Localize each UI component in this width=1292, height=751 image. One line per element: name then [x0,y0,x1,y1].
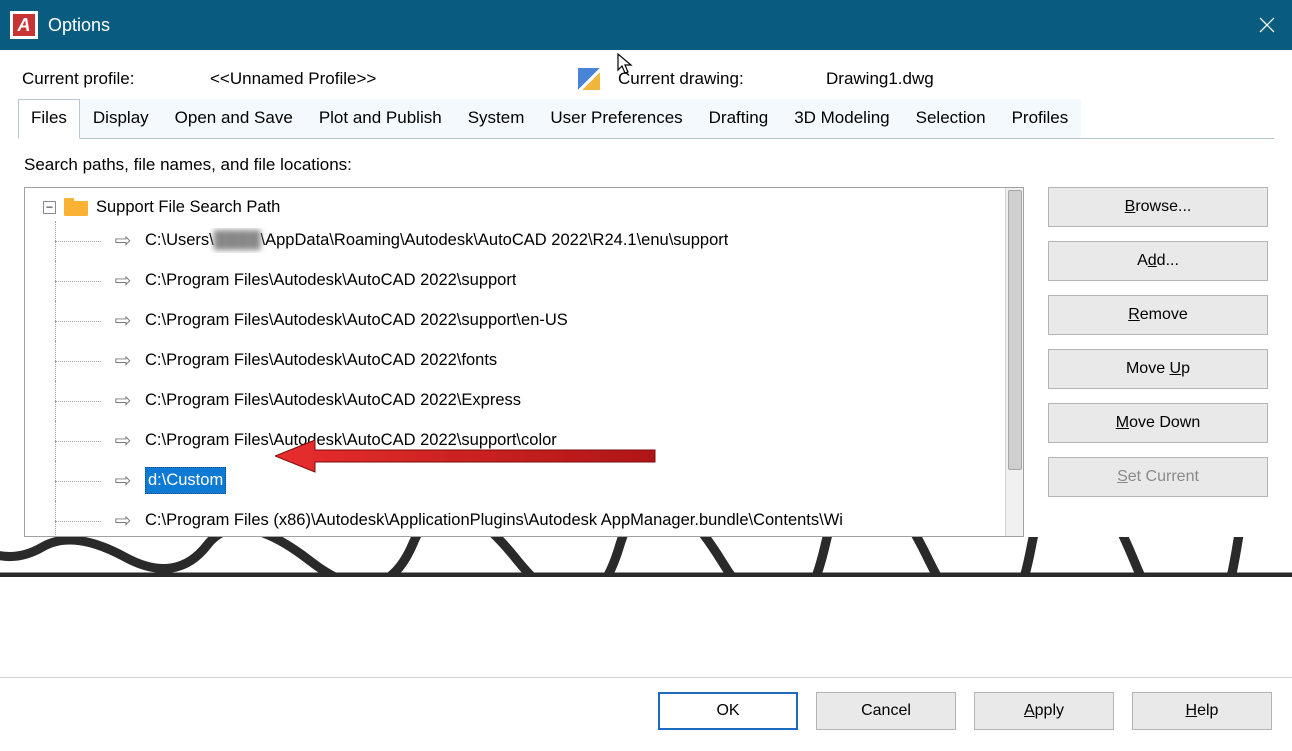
tree-item[interactable]: ⇨ C:\Program Files\Autodesk\AutoCAD 2022… [111,301,1021,341]
tab-plot-and-publish[interactable]: Plot and Publish [306,99,455,138]
tree-item[interactable]: ⇨ C:\Program Files\Autodesk\AutoCAD 2022… [111,381,1021,421]
current-profile-value: <<Unnamed Profile>> [210,69,570,89]
tree-root-label: Support File Search Path [96,195,280,220]
arrow-right-icon: ⇨ [111,226,135,256]
app-badge: A [10,11,38,39]
tab-files[interactable]: Files [18,99,80,139]
tree-item[interactable]: ⇨ C:\Program Files\Autodesk\AutoCAD 2022… [111,261,1021,301]
tab-profiles[interactable]: Profiles [999,99,1082,138]
tree-item[interactable]: ⇨ C:\Users\████\AppData\Roaming\Autodesk… [111,221,1021,261]
drawing-icon [578,68,600,90]
footer: OK Cancel Apply Help [0,677,1292,748]
tab-drafting[interactable]: Drafting [696,99,782,138]
tab-selection[interactable]: Selection [903,99,999,138]
section-label: Search paths, file names, and file locat… [24,155,1268,175]
move-up-button[interactable]: Move Up [1048,349,1268,389]
path-value: C:\Program Files\Autodesk\AutoCAD 2022\s… [145,428,557,453]
apply-button[interactable]: Apply [974,692,1114,730]
tree-item[interactable]: ⇨ C:\Program Files (x86)\Autodesk\Applic… [111,501,1021,537]
add-button[interactable]: Add... [1048,241,1268,281]
torn-edge-decoration [0,537,1292,577]
current-drawing-label: Current drawing: [618,69,818,89]
tab-open-and-save[interactable]: Open and Save [162,99,306,138]
titlebar: A Options [0,0,1292,50]
folder-icon [64,198,88,216]
redacted-user: ████ [214,231,261,249]
arrow-right-icon: ⇨ [111,306,135,336]
path-value: C:\Program Files (x86)\Autodesk\Applicat… [145,508,843,533]
path-prefix: C:\Users\ [145,231,214,249]
arrow-right-icon: ⇨ [111,386,135,416]
tree-item[interactable]: ⇨ C:\Program Files\Autodesk\AutoCAD 2022… [111,421,1021,461]
arrow-right-icon: ⇨ [111,466,135,496]
tab-display[interactable]: Display [80,99,162,138]
files-tab-content: Search paths, file names, and file locat… [0,139,1292,537]
window-title: Options [48,15,110,36]
side-buttons: Browse... Add... Remove Move Up Move Dow… [1048,187,1268,497]
current-profile-label: Current profile: [22,69,202,89]
tree[interactable]: − Support File Search Path ⇨ C:\Users\██… [25,188,1023,537]
tab-system[interactable]: System [455,99,538,138]
close-button[interactable] [1242,0,1292,50]
set-current-button: Set Current [1048,457,1268,497]
browse-button[interactable]: Browse... [1048,187,1268,227]
tab-user-preferences[interactable]: User Preferences [537,99,695,138]
scrollbar[interactable] [1005,188,1023,536]
path-value: d:\Custom [145,467,226,494]
collapse-toggle[interactable]: − [43,201,56,214]
help-button[interactable]: Help [1132,692,1272,730]
tabs: Files Display Open and Save Plot and Pub… [18,98,1274,139]
path-value: C:\Program Files\Autodesk\AutoCAD 2022\s… [145,308,568,333]
close-icon [1259,17,1275,33]
header-row: Current profile: <<Unnamed Profile>> Cur… [0,50,1292,98]
path-value: C:\Program Files\Autodesk\AutoCAD 2022\s… [145,268,516,293]
cancel-button[interactable]: Cancel [816,692,956,730]
tree-item[interactable]: ⇨ C:\Program Files\Autodesk\AutoCAD 2022… [111,341,1021,381]
app-badge-letter: A [13,14,35,36]
path-value: C:\Program Files\Autodesk\AutoCAD 2022\E… [145,388,521,413]
tree-container: − Support File Search Path ⇨ C:\Users\██… [24,187,1024,537]
tree-item-selected[interactable]: ⇨ d:\Custom [111,461,1021,501]
current-drawing-value: Drawing1.dwg [826,69,934,89]
arrow-right-icon: ⇨ [111,506,135,536]
arrow-right-icon: ⇨ [111,426,135,456]
arrow-right-icon: ⇨ [111,346,135,376]
tab-3d-modeling[interactable]: 3D Modeling [781,99,902,138]
path-suffix: \AppData\Roaming\Autodesk\AutoCAD 2022\R… [261,231,729,249]
remove-button[interactable]: Remove [1048,295,1268,335]
move-down-button[interactable]: Move Down [1048,403,1268,443]
arrow-right-icon: ⇨ [111,266,135,296]
scrollbar-thumb[interactable] [1008,190,1022,470]
tree-root[interactable]: − Support File Search Path [43,194,1021,221]
path-value: C:\Program Files\Autodesk\AutoCAD 2022\f… [145,348,497,373]
path-value: C:\Users\████\AppData\Roaming\Autodesk\A… [145,228,728,253]
ok-button[interactable]: OK [658,692,798,730]
